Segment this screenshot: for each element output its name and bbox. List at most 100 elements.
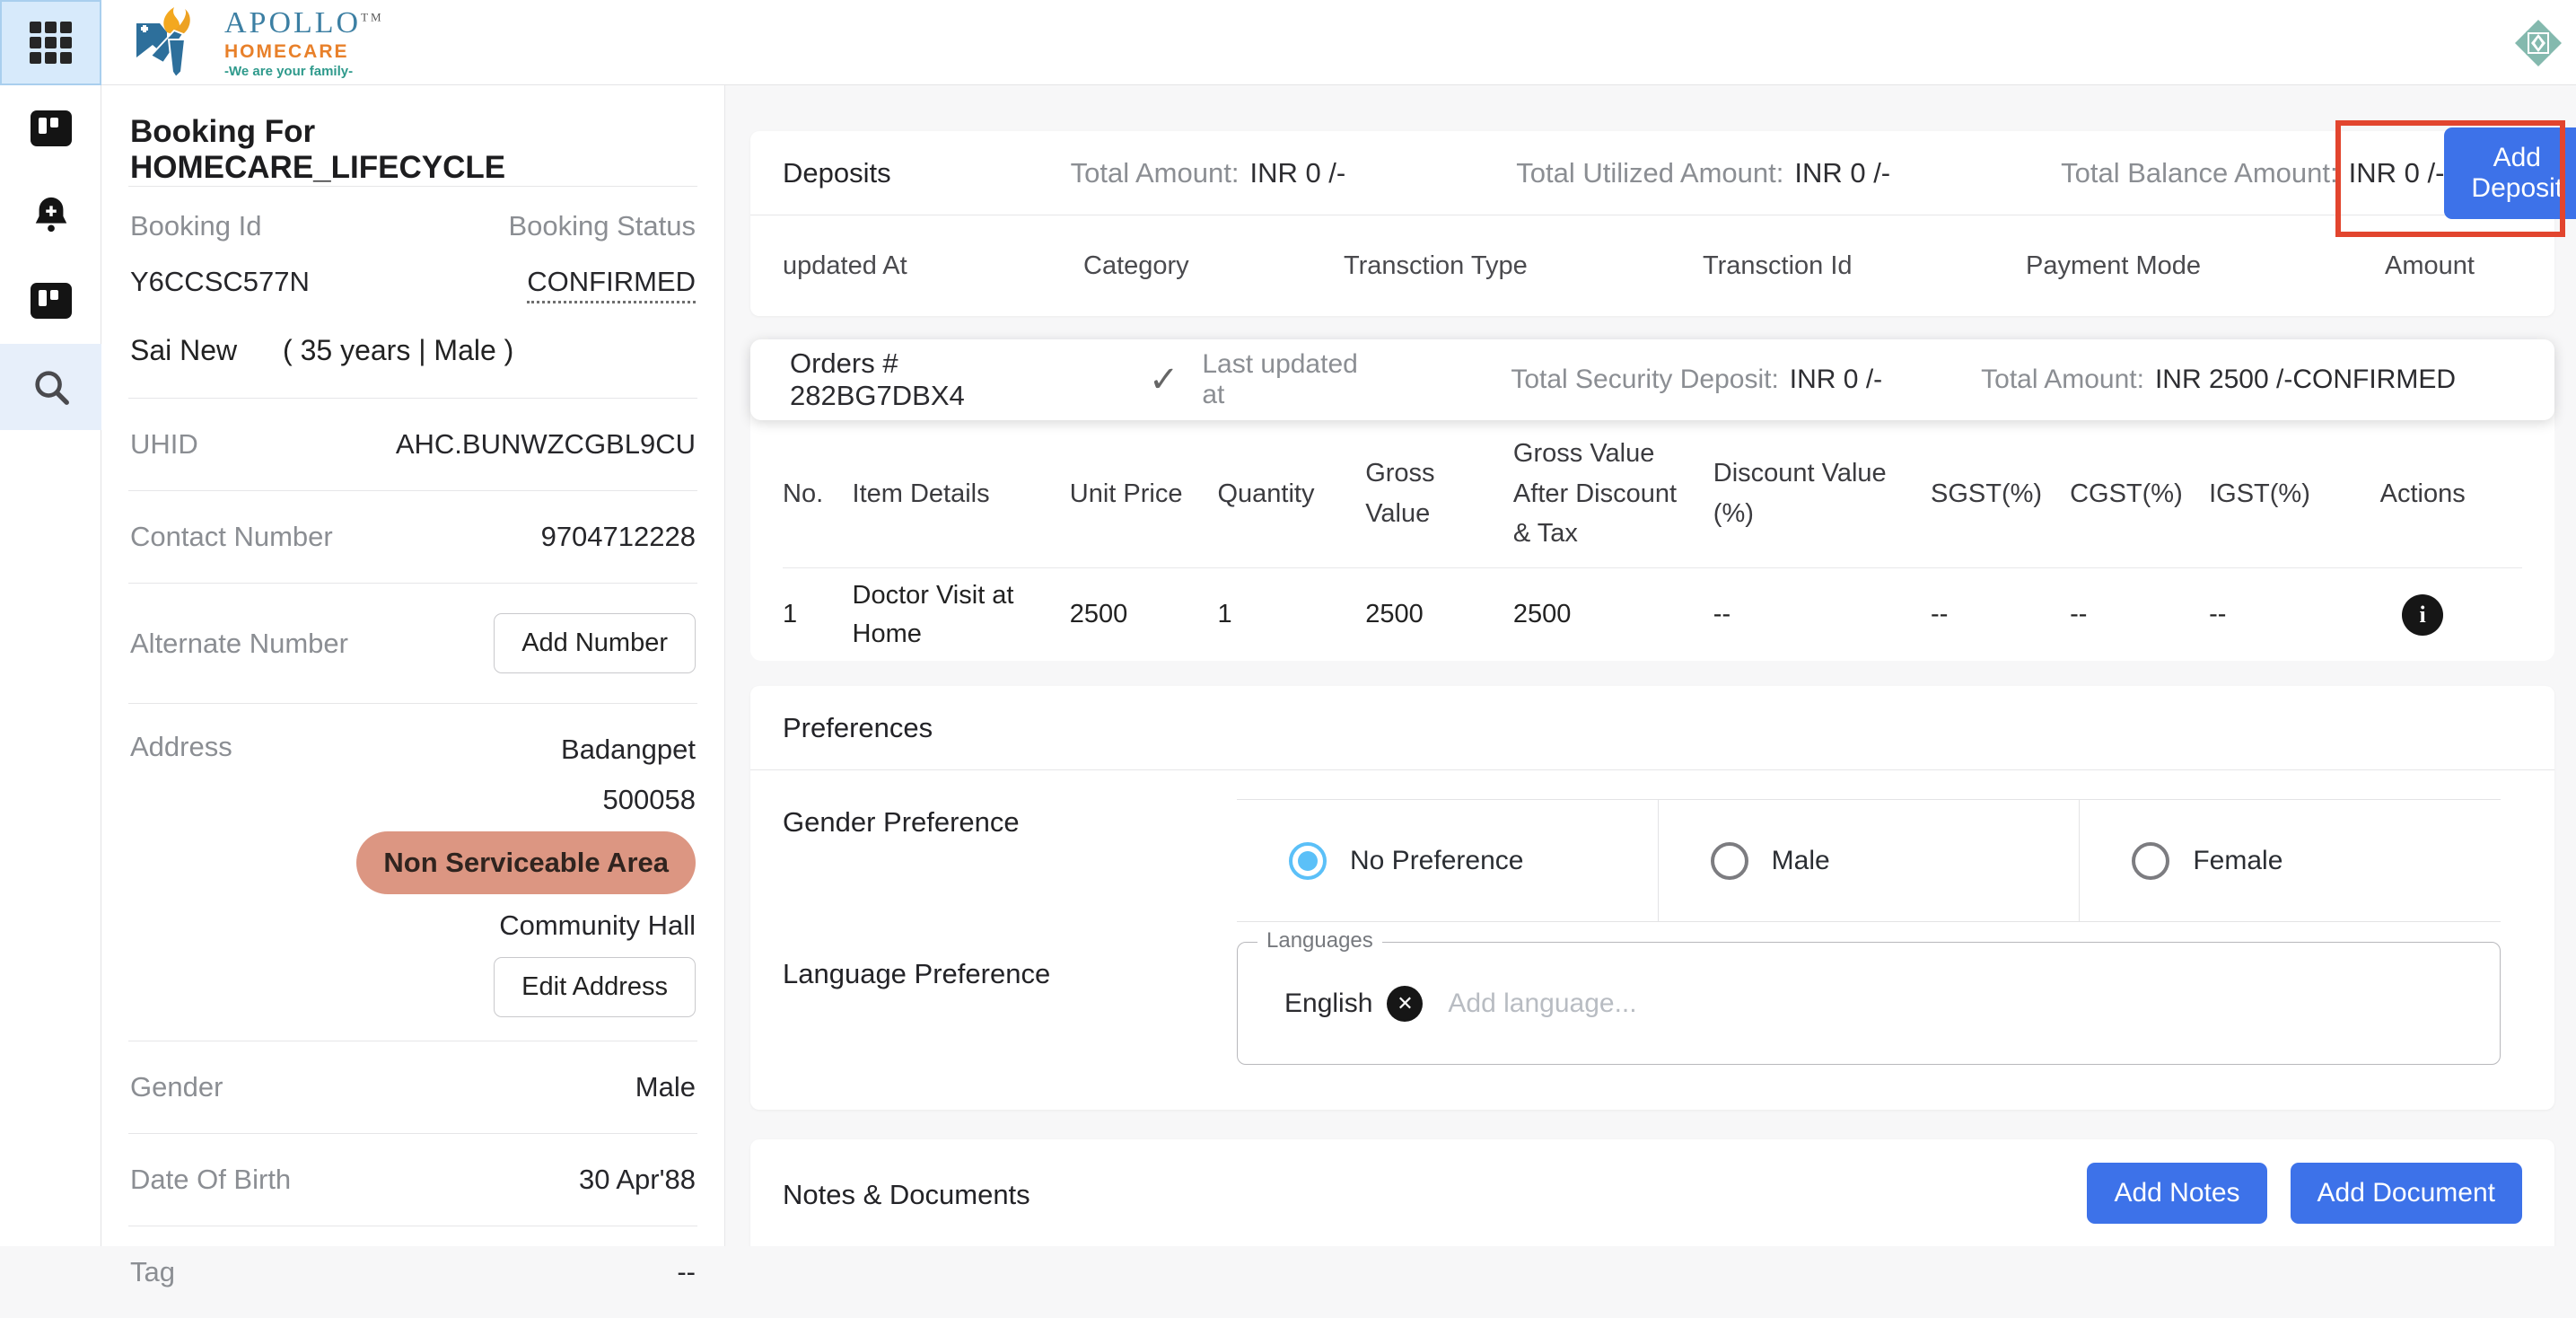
items-header-row: No. Item Details Unit Price Quantity Gro… (783, 420, 2522, 567)
radio-selected-icon[interactable] (1289, 842, 1327, 880)
address-label: Address (130, 731, 232, 1017)
booking-id-value: Y6CCSC577N (130, 266, 310, 298)
sidebar-item-board-2[interactable] (0, 258, 101, 344)
sidebar-item-notifications[interactable] (0, 171, 101, 258)
item-cgst: -- (2070, 595, 2209, 633)
kanban-board-icon (31, 283, 72, 319)
patient-age-gender: ( 35 years | Male ) (283, 334, 513, 366)
non-serviceable-area-badge: Non Serviceable Area (356, 831, 696, 894)
deposits-card: Deposits Total Amount: INR 0 /- Total Ut… (750, 131, 2554, 316)
column-category: Category (1083, 251, 1344, 281)
gender-value: Male (635, 1071, 696, 1103)
security-deposit-value: INR 0 /- (1790, 365, 1882, 395)
deposits-table-header: updated At Category Transction Type Tran… (750, 215, 2554, 316)
column-transaction-type: Transction Type (1344, 251, 1703, 281)
order-items-table: No. Item Details Unit Price Quantity Gro… (750, 420, 2554, 661)
column-quantity: Quantity (1217, 474, 1365, 514)
notes-documents-card: Notes & Documents Add Notes Add Document (750, 1139, 2554, 1246)
checkmark-icon: ✓ (1149, 359, 1179, 400)
order-status-badge: CONFIRMED (2292, 365, 2456, 395)
main-content: Deposits Total Amount: INR 0 /- Total Ut… (725, 85, 2576, 1246)
bell-plus-icon (31, 194, 72, 235)
item-info-icon[interactable]: i (2402, 594, 2443, 636)
add-notes-button[interactable]: Add Notes (2087, 1163, 2266, 1224)
radio-option-male[interactable]: Male (1658, 800, 2080, 921)
total-utilized-label: Total Utilized Amount: (1516, 157, 1783, 189)
left-icon-rail (0, 85, 101, 1246)
user-avatar[interactable] (2511, 16, 2565, 70)
gender-label: Gender (130, 1071, 223, 1103)
uhid-value: AHC.BUNWZCGBL9CU (396, 428, 696, 461)
total-balance-value: INR 0 /- (2349, 157, 2445, 189)
languages-legend: Languages (1257, 928, 1382, 953)
sidebar-item-board-1[interactable] (0, 85, 101, 171)
language-preference-label: Language Preference (750, 922, 1237, 1065)
column-gross-value: Gross Value (1365, 453, 1513, 534)
preferences-card: Preferences Gender Preference No Prefere… (750, 686, 2554, 1110)
item-discount-value: -- (1713, 595, 1931, 633)
gender-preference-label: Gender Preference (750, 770, 1237, 922)
add-deposit-button[interactable]: Add Deposit (2444, 127, 2576, 219)
dob-label: Date Of Birth (130, 1164, 291, 1196)
item-sgst: -- (1931, 595, 2070, 633)
column-discount-value: Discount Value (%) (1713, 453, 1931, 534)
deposits-title: Deposits (783, 157, 891, 189)
booking-details-panel: Booking For HOMECARE_LIFECYCLE Booking I… (101, 85, 725, 1246)
add-language-input[interactable] (1448, 988, 1897, 1019)
address-pincode: 500058 (603, 781, 696, 819)
order-total-label: Total Amount: (1981, 365, 2144, 395)
radio-option-female[interactable]: Female (2079, 800, 2501, 921)
item-row: 1 Doctor Visit at Home 2500 1 2500 2500 … (783, 567, 2522, 661)
sidebar-item-search[interactable] (0, 344, 101, 430)
order-id-title: Orders # 282BG7DBX4 (790, 347, 1063, 412)
patient-name: Sai New (130, 334, 237, 366)
booking-title: Booking For HOMECARE_LIFECYCLE (130, 114, 696, 186)
radio-unselected-icon[interactable] (2132, 842, 2169, 880)
logo-apollo-text: APOLLOTM (224, 8, 384, 39)
column-sgst: SGST(%) (1931, 474, 2070, 514)
radio-option-no-preference[interactable]: No Preference (1237, 800, 1658, 921)
contact-number-label: Contact Number (130, 521, 333, 553)
kanban-board-icon (31, 110, 72, 146)
uhid-label: UHID (130, 428, 198, 461)
item-gross-after-discount: 2500 (1513, 595, 1713, 633)
column-amount: Amount (2385, 251, 2576, 281)
top-bar: APOLLOTM HOMECARE -We are your family- (0, 0, 2576, 85)
column-igst: IGST(%) (2209, 474, 2339, 514)
address-line1: Badangpet (561, 731, 696, 769)
column-transaction-id: Transction Id (1703, 251, 2026, 281)
edit-address-button[interactable]: Edit Address (494, 957, 696, 1017)
security-deposit-label: Total Security Deposit: (1511, 365, 1778, 395)
booking-status-value[interactable]: CONFIRMED (527, 266, 696, 303)
booking-status-label: Booking Status (508, 210, 696, 242)
alternate-number-label: Alternate Number (130, 628, 348, 660)
column-payment-mode: Payment Mode (2026, 251, 2385, 281)
add-number-button[interactable]: Add Number (494, 613, 696, 673)
apollo-homecare-logo: APOLLOTM HOMECARE -We are your family- (133, 9, 384, 77)
column-no: No. (783, 474, 853, 514)
order-summary-row[interactable]: Orders # 282BG7DBX4 ✓ Last updated at To… (750, 339, 2554, 420)
tag-value: -- (677, 1256, 696, 1288)
item-gross-value: 2500 (1365, 595, 1513, 633)
logo-mark-icon (133, 7, 215, 79)
logo-homecare-text: HOMECARE (224, 42, 384, 61)
column-gross-after-discount: Gross Value After Discount & Tax (1513, 434, 1713, 555)
radio-unselected-icon[interactable] (1711, 842, 1748, 880)
dob-value: 30 Apr'88 (579, 1164, 696, 1196)
total-amount-value: INR 0 /- (1249, 157, 1345, 189)
column-updated-at: updated At (783, 251, 1083, 281)
languages-fieldset: Languages English ✕ (1237, 942, 2501, 1065)
add-document-button[interactable]: Add Document (2291, 1163, 2522, 1224)
total-utilized-value: INR 0 /- (1794, 157, 1890, 189)
tag-label: Tag (130, 1256, 175, 1288)
preferences-title: Preferences (750, 686, 2554, 769)
logo-tm: TM (361, 11, 384, 24)
last-updated-label: Last updated at (1202, 349, 1376, 410)
total-amount-label: Total Amount: (1071, 157, 1240, 189)
total-balance-label: Total Balance Amount: (2061, 157, 2337, 189)
orders-card: Orders # 282BG7DBX4 ✓ Last updated at To… (750, 339, 2554, 661)
apps-menu-button[interactable] (0, 0, 101, 85)
language-chip-english: English ✕ (1284, 986, 1423, 1022)
search-icon (31, 366, 72, 408)
remove-language-icon[interactable]: ✕ (1387, 986, 1423, 1022)
